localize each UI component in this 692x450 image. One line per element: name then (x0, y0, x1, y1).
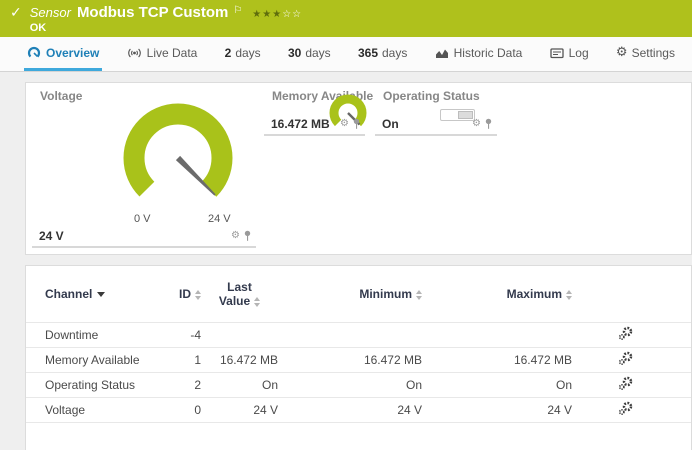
table-row-memory-available: Memory Available 1 16.472 MB 16.472 MB 1… (26, 347, 691, 372)
channel-id: 2 (176, 372, 201, 397)
tab-historic-data[interactable]: Historic Data (432, 37, 526, 71)
column-header-id[interactable]: ID (176, 266, 201, 322)
channel-settings-icon[interactable] (618, 376, 633, 391)
table-header-row: Channel ID Last Value Minimum Maximum (26, 266, 691, 322)
gauge-settings-gear-icon[interactable]: ⚙ (340, 119, 349, 129)
tab-number: 365 (358, 46, 378, 60)
gauge-scale-min: 0 V (134, 213, 151, 225)
priority-stars[interactable]: ★★★☆☆ (252, 9, 302, 20)
sensor-title: Modbus TCP Custom (77, 4, 228, 21)
gauge-value: On (382, 117, 399, 131)
gauge-operating-status: Operating Status On ⚙ (375, 87, 497, 136)
object-type-label: Sensor (30, 5, 71, 20)
tab-label: Historic Data (454, 46, 523, 60)
gauge-value: 16.472 MB (271, 117, 330, 131)
gauge-value: 24 V (39, 229, 64, 243)
channel-id: 1 (176, 347, 201, 372)
tab-label: Settings (632, 46, 675, 60)
channel-minimum: On (278, 372, 422, 397)
channel-last-value: On (201, 372, 278, 397)
tab-30-days[interactable]: 30 days (285, 37, 334, 71)
stars-empty: ☆☆ (282, 9, 302, 20)
content-area: Voltage 0 V 24 V 24 V ⚙ Memory Available… (0, 72, 692, 450)
channel-settings-icon[interactable] (618, 401, 633, 416)
channel-settings-icon[interactable] (618, 326, 633, 341)
column-header-minimum[interactable]: Minimum (278, 266, 422, 322)
table-row-operating-status: Operating Status 2 On On On (26, 372, 691, 397)
tab-label: days (235, 46, 260, 60)
channel-maximum: 16.472 MB (422, 347, 572, 372)
bar-chart-icon (435, 46, 449, 60)
gauge-settings-gear-icon[interactable]: ⚙ (231, 231, 240, 241)
pin-icon[interactable] (484, 118, 493, 130)
channel-minimum (278, 322, 422, 347)
column-header-last-value[interactable]: Last Value (201, 266, 278, 322)
gauge-title: Voltage (40, 89, 82, 103)
channel-name[interactable]: Operating Status (26, 372, 176, 397)
sort-icon (416, 290, 422, 300)
status-check-icon: ✓ (10, 5, 22, 21)
tab-live-data[interactable]: Live Data (124, 37, 201, 71)
channel-name[interactable]: Voltage (26, 397, 176, 422)
channel-maximum: On (422, 372, 572, 397)
tab-label: Live Data (147, 46, 198, 60)
sensor-status-badge: OK (30, 22, 302, 34)
gear-icon: ⚙ (616, 45, 628, 60)
tab-number: 30 (288, 46, 301, 60)
channel-table-panel: Channel ID Last Value Minimum Maximum (25, 265, 692, 450)
pin-icon[interactable] (243, 230, 252, 242)
channel-maximum (422, 322, 572, 347)
tab-2-days[interactable]: 2 days (222, 37, 264, 71)
gauge-settings-gear-icon[interactable]: ⚙ (472, 119, 481, 129)
tab-label: Overview (46, 46, 99, 60)
gauges-panel: Voltage 0 V 24 V 24 V ⚙ Memory Available… (25, 82, 692, 255)
stars-filled: ★★★ (252, 9, 282, 20)
pin-icon[interactable] (352, 118, 361, 130)
sort-icon (254, 297, 260, 307)
gauge-title: Operating Status (383, 89, 480, 103)
tab-log[interactable]: Log (547, 37, 592, 71)
live-data-icon (127, 46, 142, 60)
gauge-memory-available: Memory Available 16.472 MB ⚙ (264, 87, 365, 136)
sort-icon (566, 290, 572, 300)
channel-maximum: 24 V (422, 397, 572, 422)
channel-table: Channel ID Last Value Minimum Maximum (26, 266, 691, 423)
tab-settings[interactable]: ⚙ Settings (613, 37, 678, 71)
status-toggle (440, 109, 475, 121)
gauge-scale-max: 24 V (208, 213, 231, 225)
log-list-icon (550, 46, 564, 60)
voltage-gauge-dial (118, 98, 238, 218)
channel-name[interactable]: Downtime (26, 322, 176, 347)
column-header-maximum[interactable]: Maximum (422, 266, 572, 322)
channel-last-value: 16.472 MB (201, 347, 278, 372)
tab-label: days (305, 46, 330, 60)
tab-overview[interactable]: Overview (24, 37, 102, 71)
channel-id: -4 (176, 322, 201, 347)
gauge-icon (27, 46, 41, 60)
gauge-voltage: Voltage 0 V 24 V 24 V ⚙ (32, 87, 256, 248)
sort-direction-icon (97, 292, 105, 297)
toggle-knob (458, 111, 473, 119)
channel-last-value: 24 V (201, 397, 278, 422)
sensor-header: ✓ Sensor Modbus TCP Custom ⚐ ★★★☆☆ OK (0, 0, 692, 37)
column-header-channel[interactable]: Channel (26, 266, 176, 322)
channel-settings-icon[interactable] (618, 351, 633, 366)
channel-id: 0 (176, 397, 201, 422)
sort-icon (195, 290, 201, 300)
channel-minimum: 24 V (278, 397, 422, 422)
flag-icon[interactable]: ⚐ (233, 5, 242, 16)
tab-number: 2 (225, 46, 232, 60)
channel-minimum: 16.472 MB (278, 347, 422, 372)
table-row-voltage: Voltage 0 24 V 24 V 24 V (26, 397, 691, 422)
tab-label: Log (569, 46, 589, 60)
tab-label: days (382, 46, 407, 60)
table-row-downtime: Downtime -4 (26, 322, 691, 347)
channel-last-value (201, 322, 278, 347)
channel-name[interactable]: Memory Available (26, 347, 176, 372)
tab-365-days[interactable]: 365 days (355, 37, 410, 71)
tab-bar: Overview Live Data 2 days 30 days 365 da… (0, 37, 692, 72)
